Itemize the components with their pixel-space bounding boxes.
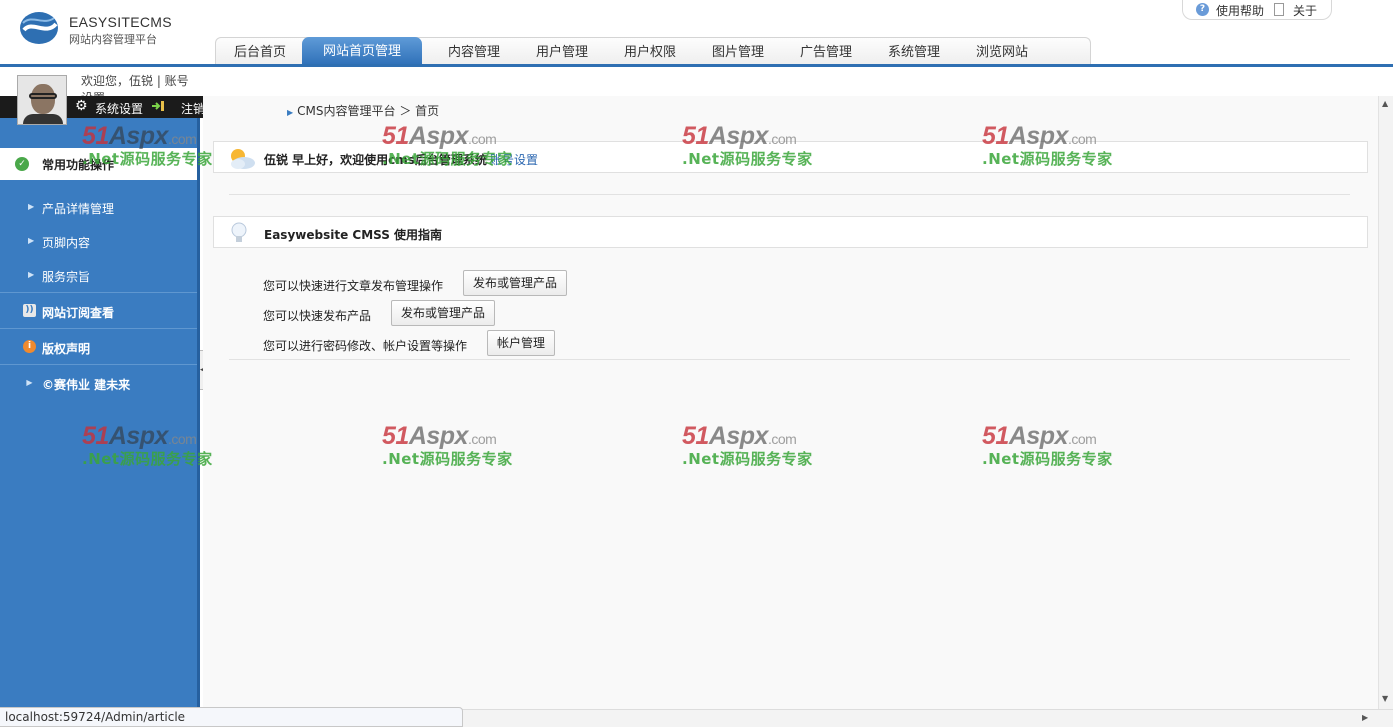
account-settings-link[interactable]: 账号设置 (490, 153, 538, 167)
divider (229, 194, 1350, 195)
tab-system[interactable]: 系统管理 (870, 38, 958, 66)
scroll-right-icon[interactable]: ▶ (1362, 713, 1368, 722)
guide-row-text: 您可以快速发布产品 (263, 309, 372, 323)
sidebar-item-product-details[interactable]: ▶ 产品详情管理 (0, 191, 197, 225)
tab-dashboard[interactable]: 后台首页 (216, 38, 304, 66)
sidebar-section-label: 网站订阅查看 (42, 306, 115, 320)
main-nav: 后台首页 网站首页管理 内容管理 用户管理 用户权限 图片管理 广告管理 系统管… (215, 37, 1091, 66)
avatar-shirt (23, 114, 63, 124)
guide-row-text: 您可以快速进行文章发布管理操作 (263, 279, 444, 293)
triangle-icon: ▶ (287, 108, 294, 117)
sidebar: ✓ 常用功能操作 ▶ 产品详情管理 ▶ 页脚内容 ▶ 服务宗旨 )) 网站订阅查… (0, 118, 200, 709)
sun-cloud-icon (231, 149, 255, 169)
top-links: ? 使用帮助 关于 (1182, 0, 1332, 20)
manage-products-button[interactable]: 发布或管理产品 (391, 300, 496, 326)
sidebar-item-label: 服务宗旨 (42, 270, 91, 284)
sidebar-section-rss[interactable]: )) 网站订阅查看 (0, 292, 197, 328)
sidebar-item-label: 产品详情管理 (42, 202, 115, 216)
info-icon: i (23, 340, 36, 353)
tab-site-home[interactable]: 网站首页管理 (302, 37, 422, 66)
scroll-down-icon[interactable]: ▼ (1382, 694, 1388, 703)
logo-name: EASYSITECMS (69, 14, 172, 30)
scroll-up-icon[interactable]: ▲ (1382, 99, 1388, 108)
avatar-glasses (29, 93, 57, 99)
sidebar-section-label: 版权声明 (42, 342, 91, 356)
avatar (17, 75, 67, 125)
logout-icon[interactable] (151, 100, 165, 112)
divider (229, 359, 1350, 360)
guide-title: Easywebsite CMSS 使用指南 (264, 228, 443, 242)
sidebar-item-service[interactable]: ▶ 服务宗旨 (0, 259, 197, 293)
main-content: ▶ CMS内容管理平台 ＞ 首页 伍锐 早上好，欢迎使用cms后台管理系统 账号设置… (203, 96, 1378, 709)
tab-content[interactable]: 内容管理 (430, 38, 518, 66)
header: EASYSITECMS 网站内容管理平台 ? 使用帮助 关于 后台首页 网站首页… (0, 0, 1393, 66)
document-icon[interactable] (1274, 3, 1284, 16)
about-link[interactable]: 关于 (1293, 2, 1317, 19)
sidebar-section-slogan[interactable]: ▶ ©赛伟业 建未来 (0, 364, 197, 400)
tab-users[interactable]: 用户管理 (518, 38, 606, 66)
chevron-right-icon: ▶ (28, 236, 35, 245)
logo-text: EASYSITECMS 网站内容管理平台 (69, 14, 172, 47)
chevron-right-icon: ▶ (28, 270, 35, 279)
breadcrumb-text: CMS内容管理平台 ＞ 首页 (297, 104, 440, 118)
sidebar-header-label: 常用功能操作 (42, 158, 115, 172)
sidebar-item-label: 页脚内容 (42, 236, 91, 250)
tab-ads[interactable]: 广告管理 (782, 38, 870, 66)
logout-link[interactable]: 注销 (181, 100, 205, 117)
rss-icon: )) (23, 304, 36, 317)
guide-row-text: 您可以进行密码修改、帐户设置等操作 (263, 339, 468, 353)
help-link[interactable]: 使用帮助 (1216, 2, 1264, 19)
gear-icon[interactable]: ⚙ (75, 98, 88, 114)
sidebar-item-footer[interactable]: ▶ 页脚内容 (0, 225, 197, 259)
manage-articles-button[interactable]: 发布或管理产品 (463, 270, 568, 296)
tab-images[interactable]: 图片管理 (694, 38, 782, 66)
header-divider (0, 64, 1393, 67)
chevron-right-icon: ▶ (28, 202, 35, 211)
tab-permissions[interactable]: 用户权限 (606, 38, 694, 66)
greeting-message: 伍锐 早上好，欢迎使用cms后台管理系统 (264, 153, 487, 167)
tab-browse-site[interactable]: 浏览网站 (958, 38, 1046, 66)
sidebar-section-copyright[interactable]: i 版权声明 (0, 328, 197, 364)
greeting-text: 伍锐 早上好，欢迎使用cms后台管理系统 账号设置 (264, 151, 538, 168)
help-icon[interactable]: ? (1196, 3, 1209, 16)
account-management-button[interactable]: 帐户管理 (487, 330, 556, 356)
chevron-right-icon: ▶ (26, 378, 33, 387)
status-url: localhost:59724/Admin/article (0, 707, 463, 727)
check-icon: ✓ (15, 157, 29, 171)
logo-subtitle: 网站内容管理平台 (69, 33, 157, 46)
lightbulb-icon (231, 222, 247, 242)
avatar-face (31, 84, 55, 114)
settings-link[interactable]: 系统设置 (95, 100, 143, 117)
greeting-panel: 伍锐 早上好，欢迎使用cms后台管理系统 账号设置 (213, 141, 1368, 173)
breadcrumb: ▶ CMS内容管理平台 ＞ 首页 (287, 102, 439, 119)
vertical-scrollbar[interactable]: ▲ ▼ (1378, 96, 1393, 709)
logo-icon (20, 12, 58, 44)
guide-panel: Easywebsite CMSS 使用指南 (213, 216, 1368, 248)
sidebar-section-label: ©赛伟业 建未来 (42, 378, 131, 392)
sidebar-header[interactable]: ✓ 常用功能操作 (0, 148, 197, 180)
